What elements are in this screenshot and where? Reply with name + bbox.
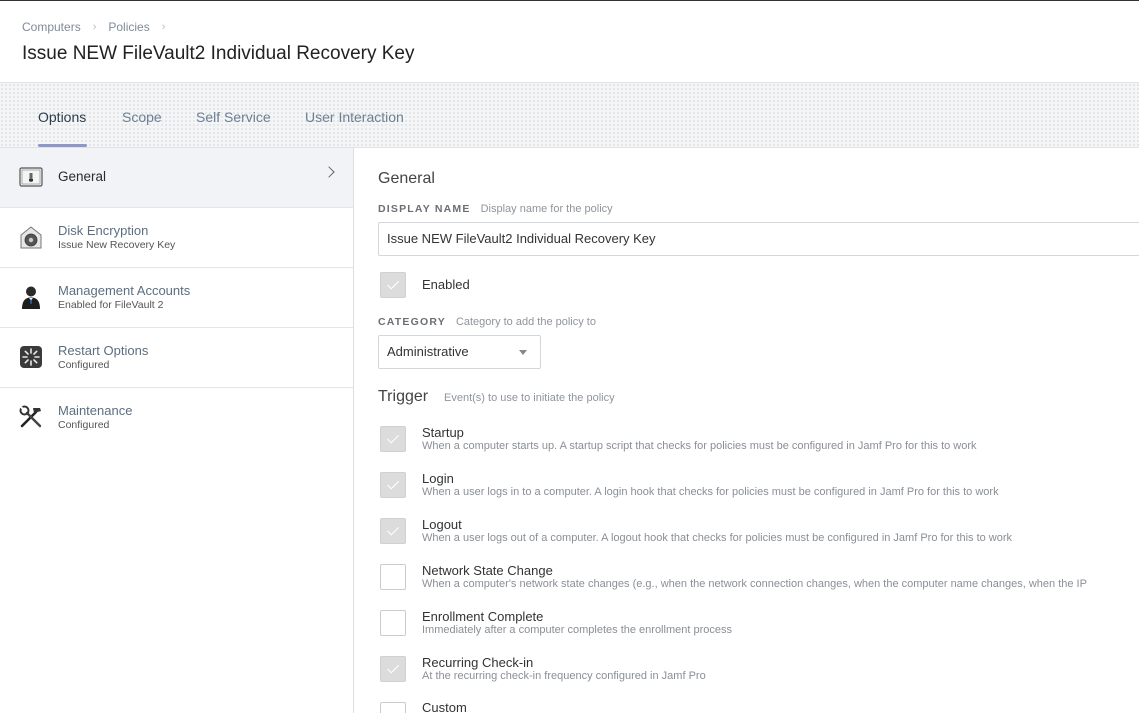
chevron-down-icon (519, 350, 527, 355)
maintenance-tools-icon (19, 405, 42, 428)
trigger-custom-label: Custom (422, 700, 467, 713)
tab-bar: Options Scope Self Service User Interact… (0, 82, 1139, 148)
sidebar-item-restart-options[interactable]: Restart Options Configured (0, 328, 353, 388)
trigger-login-label: Login (422, 471, 454, 486)
payload-sidebar: General Disk Encryption Issue New Recove… (0, 148, 354, 713)
sidebar-item-maintenance[interactable]: Maintenance Configured (0, 388, 353, 448)
display-name-label: DISPLAY NAME Display name for the policy (378, 203, 613, 215)
tab-user-interaction[interactable]: User Interaction (305, 109, 404, 125)
general-settings-icon (19, 167, 43, 187)
trigger-logout-desc: When a user logs out of a computer. A lo… (422, 532, 1013, 544)
page-header: Computers › Policies › Issue NEW FileVau… (0, 0, 1139, 82)
chevron-right-icon (323, 166, 335, 178)
sidebar-item-title: Maintenance (58, 403, 133, 418)
tab-scope[interactable]: Scope (122, 109, 162, 125)
section-title: General (378, 170, 435, 187)
trigger-hint: Event(s) to use to initiate the policy (444, 392, 615, 404)
category-select[interactable]: Administrative (378, 335, 541, 369)
sidebar-item-subtitle: Configured (58, 359, 110, 371)
sidebar-item-subtitle: Configured (58, 419, 110, 431)
sidebar-item-general[interactable]: General (0, 148, 353, 208)
category-label-text: CATEGORY (378, 316, 446, 328)
trigger-startup-checkbox[interactable] (380, 426, 406, 452)
display-name-hint: Display name for the policy (480, 203, 613, 215)
display-name-input[interactable]: Issue NEW FileVault2 Individual Recovery… (378, 222, 1139, 256)
sidebar-item-disk-encryption[interactable]: Disk Encryption Issue New Recovery Key (0, 208, 353, 268)
category-label: CATEGORY Category to add the policy to (378, 316, 596, 328)
sidebar-item-management-accounts[interactable]: Management Accounts Enabled for FileVaul… (0, 268, 353, 328)
trigger-logout-label: Logout (422, 517, 462, 532)
breadcrumb: Computers › Policies › (22, 20, 177, 34)
trigger-recurring-check-in-checkbox[interactable] (380, 656, 406, 682)
trigger-title: Trigger (378, 388, 429, 405)
active-tab-indicator (38, 144, 87, 147)
sidebar-item-title: Management Accounts (58, 283, 191, 298)
trigger-network-state-change-label: Network State Change (422, 563, 553, 578)
trigger-startup-desc: When a computer starts up. A startup scr… (422, 440, 977, 452)
sidebar-item-subtitle: Enabled for FileVault 2 (58, 299, 164, 311)
breadcrumb-policies[interactable]: Policies (108, 20, 149, 34)
sidebar-item-title: General (58, 169, 107, 184)
trigger-enrollment-complete-desc: Immediately after a computer completes t… (422, 624, 732, 636)
trigger-enrollment-complete-checkbox[interactable] (380, 610, 406, 636)
trigger-custom-checkbox[interactable] (380, 702, 406, 713)
sidebar-item-title: Restart Options (58, 343, 149, 358)
tab-options[interactable]: Options (38, 109, 86, 125)
display-name-label-text: DISPLAY NAME (378, 203, 471, 215)
enabled-label: Enabled (422, 277, 470, 292)
enabled-checkbox[interactable] (380, 272, 406, 298)
trigger-startup-label: Startup (422, 425, 464, 440)
general-panel: General DISPLAY NAME Display name for the… (354, 148, 1139, 713)
category-hint: Category to add the policy to (455, 316, 596, 328)
breadcrumb-computers[interactable]: Computers (22, 20, 81, 34)
trigger-network-state-change-desc: When a computer's network state changes … (422, 578, 1087, 590)
breadcrumb-separator-icon: › (161, 21, 166, 33)
trigger-network-state-change-checkbox[interactable] (380, 564, 406, 590)
restart-icon (20, 346, 42, 368)
trigger-login-checkbox[interactable] (380, 472, 406, 498)
page-title: Issue NEW FileVault2 Individual Recovery… (22, 43, 415, 64)
category-selected-value: Administrative (387, 344, 469, 359)
trigger-recurring-check-in-label: Recurring Check-in (422, 655, 534, 670)
disk-encryption-icon (20, 226, 42, 249)
management-account-icon (22, 286, 40, 309)
trigger-logout-checkbox[interactable] (380, 518, 406, 544)
breadcrumb-separator-icon: › (92, 21, 97, 33)
trigger-enrollment-complete-label: Enrollment Complete (422, 609, 544, 624)
sidebar-item-subtitle: Issue New Recovery Key (58, 239, 176, 251)
tab-self-service[interactable]: Self Service (196, 109, 271, 125)
trigger-login-desc: When a user logs in to a computer. A log… (422, 486, 999, 498)
sidebar-item-title: Disk Encryption (58, 223, 149, 238)
trigger-recurring-check-in-desc: At the recurring check-in frequency conf… (422, 670, 706, 682)
